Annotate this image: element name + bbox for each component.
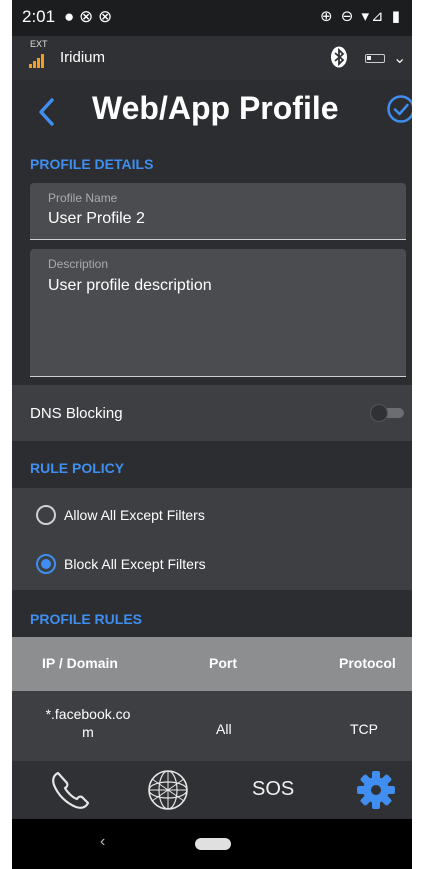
signal-icon: [29, 52, 47, 68]
page-header: Web/App Profile: [12, 80, 412, 152]
status-time: 2:01: [22, 7, 56, 26]
description-value: User profile description: [48, 277, 212, 294]
system-nav-bar: ‹: [12, 819, 412, 869]
radio-label: Block All Except Filters: [64, 556, 206, 572]
section-title-rule-policy: RULE POLICY: [30, 460, 125, 476]
radio-label: Allow All Except Filters: [64, 507, 205, 523]
gear-icon[interactable]: [346, 767, 406, 813]
phone-icon[interactable]: [40, 767, 100, 813]
nav-back-button[interactable]: ‹: [100, 833, 105, 851]
rule-policy-options: Allow All Except Filters Block All Excep…: [12, 488, 412, 590]
dns-blocking-toggle[interactable]: [370, 404, 406, 422]
column-header-ip-domain: IP / Domain: [42, 655, 118, 671]
device-battery-icon: [365, 54, 385, 63]
chevron-down-icon[interactable]: ⌄: [393, 48, 406, 68]
radio-checked-icon: [36, 554, 56, 574]
bluetooth-icon: [331, 46, 347, 68]
status-bar: 2:01 ● ⊗ ⊗ ⊕ ⊖ ▾⊿ ▮: [12, 0, 412, 36]
status-system-icons: ⊕ ⊖ ▾⊿ ▮: [320, 8, 402, 25]
carrier-bar: EXT Iridium ⌄: [12, 36, 412, 80]
column-header-port: Port: [209, 655, 237, 671]
profile-name-value: User Profile 2: [48, 210, 145, 227]
cell-domain-line: m: [82, 724, 94, 740]
nav-home-button[interactable]: [195, 838, 231, 850]
status-notification-icons: ● ⊗ ⊗: [64, 7, 113, 26]
rules-table-header: IP / Domain Port Protocol: [12, 637, 412, 691]
cell-ip-domain: *.facebook.co m: [34, 705, 142, 741]
network-name: Iridium: [60, 49, 106, 66]
phone-screen: 2:01 ● ⊗ ⊗ ⊕ ⊖ ▾⊿ ▮ EXT Iridium ⌄ Web/Ap…: [12, 0, 412, 869]
section-title-profile-details: PROFILE DETAILS: [30, 156, 154, 172]
profile-name-label: Profile Name: [48, 191, 118, 205]
bottom-tab-bar: SOS: [12, 761, 412, 819]
toggle-knob: [370, 404, 388, 422]
dns-blocking-row: DNS Blocking: [12, 385, 412, 441]
profile-name-field[interactable]: Profile Name User Profile 2: [30, 183, 406, 240]
cell-port: All: [216, 721, 232, 737]
section-title-profile-rules: PROFILE RULES: [30, 611, 143, 627]
page-title: Web/App Profile: [92, 90, 339, 126]
dns-blocking-label: DNS Blocking: [30, 405, 123, 422]
back-button[interactable]: [32, 90, 62, 134]
table-row[interactable]: *.facebook.co m All TCP: [12, 691, 412, 761]
column-header-protocol: Protocol: [339, 655, 396, 671]
cell-domain-line: *.facebook.co: [45, 706, 131, 722]
confirm-button[interactable]: [386, 94, 412, 124]
globe-icon[interactable]: [138, 767, 198, 813]
radio-unchecked-icon: [36, 505, 56, 525]
description-field[interactable]: Description User profile description: [30, 249, 406, 377]
cell-protocol: TCP: [350, 721, 378, 737]
sos-tab[interactable]: SOS: [252, 778, 294, 801]
description-label: Description: [48, 257, 109, 271]
ext-label: EXT: [30, 39, 48, 49]
